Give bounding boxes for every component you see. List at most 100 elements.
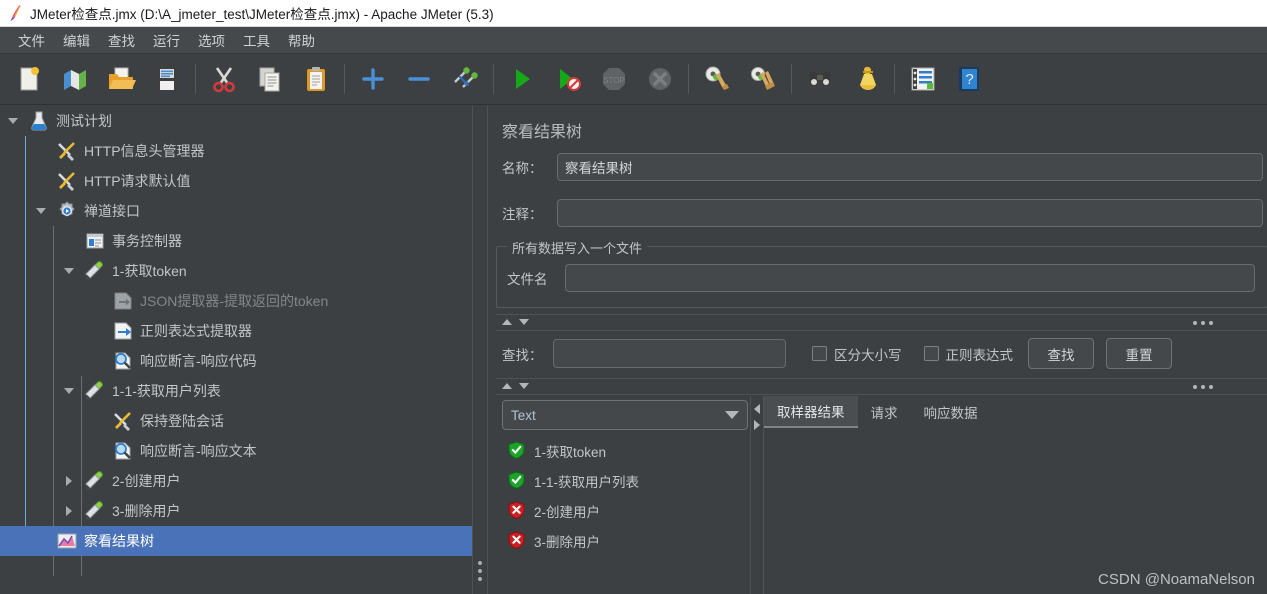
menu-help[interactable]: 帮助 (279, 27, 324, 53)
regex-extractor-icon (112, 320, 134, 342)
chevron-right-icon[interactable] (754, 420, 760, 430)
tree-twisty-placeholder (34, 143, 50, 159)
start-no-pauses-icon[interactable] (545, 57, 591, 101)
chevron-down-icon[interactable] (34, 203, 50, 219)
result-row[interactable]: 2-创建用户 (488, 496, 748, 526)
templates-icon[interactable] (52, 57, 98, 101)
chevron-down-icon[interactable] (62, 263, 78, 279)
thread-group-gear-icon (56, 200, 78, 222)
reset-search-broom-icon[interactable] (843, 57, 889, 101)
renderer-select[interactable]: Text (502, 400, 748, 430)
regex-box-icon[interactable] (923, 346, 939, 361)
svg-text:?: ? (965, 71, 973, 88)
chevron-down-icon[interactable] (725, 411, 739, 419)
chevron-down-icon[interactable] (519, 319, 529, 325)
result-row[interactable]: 3-删除用户 (488, 526, 748, 556)
chevron-down-icon[interactable] (6, 113, 22, 129)
tree-node-1[interactable]: HTTP信息头管理器 (0, 136, 472, 166)
regex-checkbox[interactable]: 正则表达式 (923, 344, 1013, 364)
http-sampler-icon (84, 470, 106, 492)
paste-clipboard-icon[interactable] (293, 57, 339, 101)
comment-input[interactable] (557, 199, 1263, 227)
chevron-left-icon[interactable] (754, 404, 760, 414)
tree-node-6[interactable]: JSON提取器-提取返回的token (0, 286, 472, 316)
menu-options[interactable]: 选项 (189, 27, 234, 53)
http-sampler-icon (84, 260, 106, 282)
results-tabs-splitter[interactable] (750, 396, 764, 594)
start-play-icon[interactable] (499, 57, 545, 101)
filename-input[interactable] (565, 264, 1255, 292)
section-grip-dots-top[interactable] (1193, 321, 1213, 325)
results-list[interactable]: 1-获取token 1-1-获取用户列表 2-创建用户 3-删除用户 (488, 436, 748, 594)
clear-all-icon[interactable] (740, 57, 786, 101)
tree-node-11[interactable]: 响应断言-响应文本 (0, 436, 472, 466)
tree-node-label: JSON提取器-提取返回的token (140, 293, 329, 309)
section-rule-mid (496, 378, 1267, 379)
name-input[interactable] (557, 153, 1263, 181)
clear-icon[interactable] (694, 57, 740, 101)
expand-plus-icon[interactable] (350, 57, 396, 101)
tree-node-8[interactable]: 响应断言-响应代码 (0, 346, 472, 376)
copy-icon[interactable] (247, 57, 293, 101)
tree-panel-splitter[interactable] (472, 106, 488, 594)
toolbar-separator (894, 64, 895, 94)
chevron-up-icon[interactable] (502, 383, 512, 389)
chevron-down-icon[interactable] (519, 383, 529, 389)
result-row[interactable]: 1-1-获取用户列表 (488, 466, 748, 496)
title-bar: JMeter检查点.jmx (D:\A_jmeter_test\JMeter检查… (0, 0, 1267, 27)
search-button[interactable]: 查找 (1028, 338, 1094, 369)
tree-node-10[interactable]: 保持登陆会话 (0, 406, 472, 436)
chevron-right-icon[interactable] (62, 503, 78, 519)
help-book-icon[interactable]: ? (946, 57, 992, 101)
tree-node-0[interactable]: 测试计划 (0, 106, 472, 136)
search-binoculars-icon[interactable] (797, 57, 843, 101)
tab-request[interactable]: 请求 (858, 396, 911, 428)
search-label: 查找： (502, 347, 543, 363)
collapse-arrows-results[interactable] (502, 383, 529, 389)
tree-node-label: 保持登陆会话 (140, 413, 224, 429)
menu-tools[interactable]: 工具 (234, 27, 279, 53)
tree-twisty-placeholder (90, 443, 106, 459)
tree-node-7[interactable]: 正则表达式提取器 (0, 316, 472, 346)
success-shield-icon (508, 470, 525, 492)
assertion-magnifier-icon (112, 350, 134, 372)
json-extractor-icon (112, 290, 134, 312)
tree-node-label: 事务控制器 (112, 233, 182, 249)
chevron-down-icon[interactable] (62, 383, 78, 399)
menu-edit[interactable]: 编辑 (54, 27, 99, 53)
collapse-arrows-search[interactable] (502, 319, 529, 325)
chevron-up-icon[interactable] (502, 319, 512, 325)
tree-node-12[interactable]: 2-创建用户 (0, 466, 472, 496)
tree-node-3[interactable]: 禅道接口 (0, 196, 472, 226)
tree-node-2[interactable]: HTTP请求默认值 (0, 166, 472, 196)
search-input[interactable] (553, 339, 786, 368)
tab-sampler-result[interactable]: 取样器结果 (764, 396, 858, 428)
case-sensitive-box-icon[interactable] (812, 346, 827, 361)
tree-node-label: 1-获取token (112, 263, 187, 279)
section-grip-dots-mid[interactable] (1193, 385, 1213, 389)
menu-search[interactable]: 查找 (99, 27, 144, 53)
test-plan-tree[interactable]: 测试计划 HTTP信息头管理器 HTTP请求默认值 禅道接口事务控制器 1-获取toke… (0, 106, 472, 594)
menu-run[interactable]: 运行 (144, 27, 189, 53)
tab-response-data[interactable]: 响应数据 (911, 396, 991, 428)
tab-content-area (764, 428, 1264, 594)
tree-node-4[interactable]: 事务控制器 (0, 226, 472, 256)
tree-node-14[interactable]: 察看结果树 (0, 526, 472, 556)
case-sensitive-checkbox[interactable]: 区分大小写 (812, 344, 902, 364)
menu-file[interactable]: 文件 (9, 27, 54, 53)
reset-button[interactable]: 重置 (1106, 338, 1172, 369)
tree-node-9[interactable]: 1-1-获取用户列表 (0, 376, 472, 406)
tree-node-5[interactable]: 1-获取token (0, 256, 472, 286)
chevron-right-icon[interactable] (62, 473, 78, 489)
result-row[interactable]: 1-获取token (488, 436, 748, 466)
function-helper-icon[interactable] (900, 57, 946, 101)
new-file-icon[interactable] (6, 57, 52, 101)
collapse-minus-icon[interactable] (396, 57, 442, 101)
toggle-enable-icon[interactable] (442, 57, 488, 101)
tree-twisty-placeholder (62, 233, 78, 249)
open-folder-icon[interactable] (98, 57, 144, 101)
tree-node-13[interactable]: 3-删除用户 (0, 496, 472, 526)
save-icon[interactable] (144, 57, 190, 101)
cut-scissors-icon[interactable] (201, 57, 247, 101)
menu-bar: 文件 编辑 查找 运行 选项 工具 帮助 (0, 27, 1267, 54)
